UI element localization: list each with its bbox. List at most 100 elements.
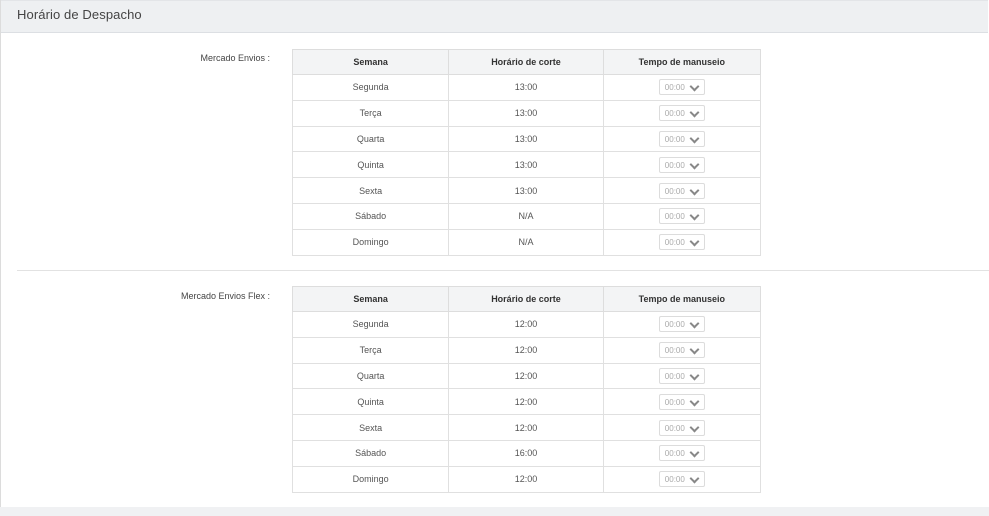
cutoff-time-cell: 12:00: [448, 414, 604, 441]
table-row: Segunda 13:00 00:00: [291, 74, 762, 101]
chevron-down-icon: [689, 396, 700, 407]
chevron-down-icon: [689, 318, 700, 329]
day-cell: Domingo: [291, 228, 450, 256]
cutoff-time-cell: 13:00: [448, 151, 604, 179]
day-cell: Sexta: [291, 177, 450, 204]
section-divider: [17, 270, 989, 271]
chevron-down-icon: [689, 133, 700, 144]
day-cell: Sexta: [291, 414, 450, 441]
handling-time-value: 00:00: [664, 475, 685, 485]
table-row: Terça 13:00 00:00: [291, 99, 762, 127]
handling-time-value: 00:00: [664, 397, 685, 407]
day-cell: Quarta: [291, 362, 450, 390]
day-cell: Quarta: [291, 125, 450, 153]
day-cell: Quinta: [291, 388, 450, 416]
chevron-down-icon: [689, 81, 700, 92]
table-row: Sábado N/A 00:00: [291, 202, 762, 230]
handling-time-select[interactable]: 00:00: [658, 367, 705, 384]
section-label-mercado-envios-flex: Mercado Envios Flex :: [180, 291, 270, 301]
day-cell: Segunda: [291, 74, 450, 101]
day-cell: Segunda: [291, 311, 450, 338]
chevron-down-icon: [689, 185, 700, 196]
cutoff-time-cell: N/A: [448, 202, 604, 230]
chevron-down-icon: [689, 210, 700, 221]
table-header-row: Semana Horário de corte Tempo de manusei…: [291, 49, 762, 75]
handling-time-select[interactable]: 00:00: [658, 471, 705, 488]
handling-time-cell: 00:00: [602, 202, 762, 230]
chevron-down-icon: [689, 447, 700, 458]
cutoff-time-cell: N/A: [448, 228, 604, 256]
column-header-week: Semana: [291, 49, 450, 75]
cutoff-time-cell: 12:00: [448, 336, 604, 364]
handling-time-select[interactable]: 00:00: [658, 79, 705, 96]
table-row: Domingo 12:00 00:00: [291, 465, 762, 493]
dispatch-schedule-panel: Horário de Despacho Mercado Envios : Sem…: [0, 0, 989, 507]
table-row: Segunda 12:00 00:00: [291, 311, 762, 338]
chevron-down-icon: [689, 159, 700, 170]
table-row: Domingo N/A 00:00: [291, 228, 762, 256]
table-row: Sábado 16:00 00:00: [291, 439, 762, 467]
handling-time-select[interactable]: 00:00: [658, 208, 705, 225]
handling-time-value: 00:00: [664, 423, 685, 433]
handling-time-value: 00:00: [664, 238, 685, 248]
page-footer-strip: [0, 507, 989, 516]
chevron-down-icon: [689, 236, 700, 247]
column-header-cutoff: Horário de corte: [448, 49, 604, 75]
handling-time-value: 00:00: [664, 346, 685, 356]
column-header-week: Semana: [291, 286, 450, 312]
handling-time-cell: 00:00: [602, 177, 762, 204]
handling-time-select[interactable]: 00:00: [658, 105, 705, 122]
handling-time-select[interactable]: 00:00: [658, 130, 705, 147]
handling-time-cell: 00:00: [602, 311, 762, 338]
handling-time-select[interactable]: 00:00: [658, 316, 705, 333]
handling-time-value: 00:00: [664, 134, 685, 144]
day-cell: Terça: [291, 336, 450, 364]
handling-time-cell: 00:00: [602, 99, 762, 127]
section-label-mercado-envios: Mercado Envios :: [200, 53, 270, 63]
handling-time-value: 00:00: [664, 83, 685, 93]
chevron-down-icon: [689, 107, 700, 118]
handling-time-select[interactable]: 00:00: [658, 419, 705, 436]
day-cell: Quinta: [291, 151, 450, 179]
panel-title: Horário de Despacho: [17, 7, 142, 22]
day-cell: Sábado: [291, 439, 450, 467]
handling-time-select[interactable]: 00:00: [658, 156, 705, 173]
handling-time-cell: 00:00: [602, 414, 762, 441]
handling-time-select[interactable]: 00:00: [658, 342, 705, 359]
chevron-down-icon: [689, 473, 700, 484]
table-row: Quarta 12:00 00:00: [291, 362, 762, 390]
chevron-down-icon: [689, 344, 700, 355]
cutoff-time-cell: 13:00: [448, 99, 604, 127]
handling-time-value: 00:00: [664, 371, 685, 381]
handling-time-select[interactable]: 00:00: [658, 393, 705, 410]
handling-time-cell: 00:00: [602, 228, 762, 256]
chevron-down-icon: [689, 370, 700, 381]
handling-time-cell: 00:00: [602, 465, 762, 493]
handling-time-value: 00:00: [664, 212, 685, 222]
handling-time-cell: 00:00: [602, 388, 762, 416]
handling-time-cell: 00:00: [602, 125, 762, 153]
handling-time-value: 00:00: [664, 160, 685, 170]
handling-time-select[interactable]: 00:00: [658, 182, 705, 199]
handling-time-cell: 00:00: [602, 439, 762, 467]
handling-time-value: 00:00: [664, 320, 685, 330]
cutoff-time-cell: 12:00: [448, 465, 604, 493]
cutoff-time-cell: 12:00: [448, 362, 604, 390]
panel-header: Horário de Despacho: [1, 0, 988, 33]
schedule-table-mercado-envios: Semana Horário de corte Tempo de manusei…: [291, 49, 762, 256]
table-row: Quarta 13:00 00:00: [291, 125, 762, 153]
handling-time-cell: 00:00: [602, 336, 762, 364]
day-cell: Sábado: [291, 202, 450, 230]
handling-time-select[interactable]: 00:00: [658, 445, 705, 462]
table-row: Quinta 13:00 00:00: [291, 151, 762, 179]
table-row: Sexta 12:00 00:00: [291, 414, 762, 441]
column-header-handling: Tempo de manuseio: [602, 49, 762, 75]
day-cell: Terça: [291, 99, 450, 127]
handling-time-value: 00:00: [664, 109, 685, 119]
handling-time-value: 00:00: [664, 186, 685, 196]
handling-time-select[interactable]: 00:00: [658, 234, 705, 251]
schedule-table-mercado-envios-flex: Semana Horário de corte Tempo de manusei…: [291, 286, 762, 493]
cutoff-time-cell: 13:00: [448, 74, 604, 101]
table-header-row: Semana Horário de corte Tempo de manusei…: [291, 286, 762, 312]
cutoff-time-cell: 16:00: [448, 439, 604, 467]
